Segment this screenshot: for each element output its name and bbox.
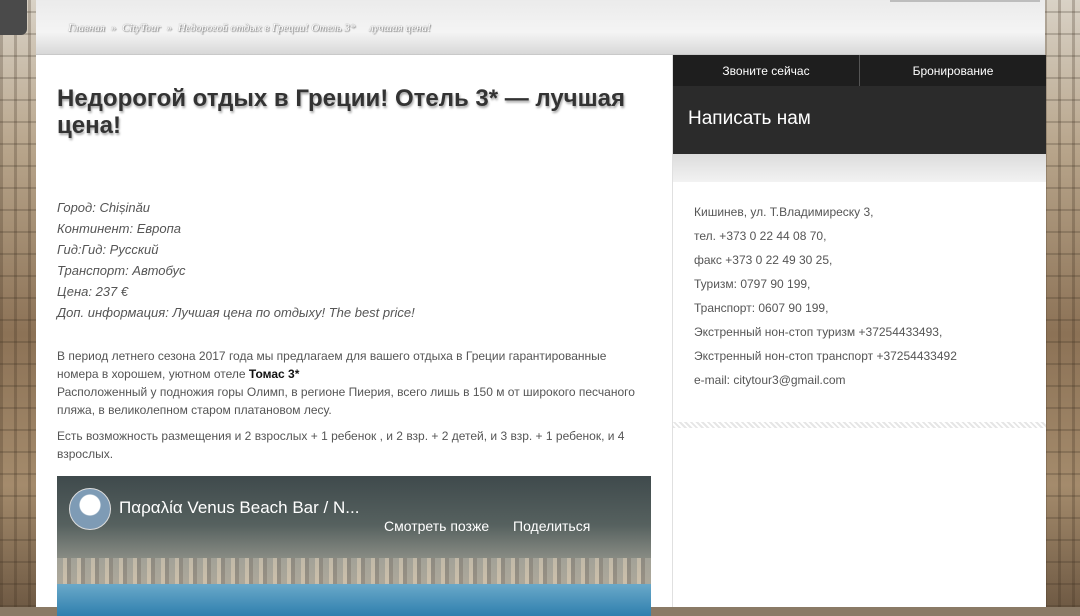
article-paragraph: Есть возможность размещения и 2 взрослых… [57, 429, 625, 461]
contact-emergency-transport: Экстренный нон-стоп транспорт +372544334… [694, 349, 957, 363]
header: Главная » CityTour » Недорогой отдых в Г… [36, 0, 1045, 55]
top-edge-tab [890, 0, 1040, 2]
breadcrumb-separator: » [166, 22, 172, 34]
info-continent: Континент: Европа [57, 221, 181, 236]
breadcrumb-site-link[interactable]: CityTour [122, 22, 161, 34]
video-thumbnail-sea [57, 584, 651, 616]
contact-tourism: Туризм: 0797 90 199, [694, 277, 811, 291]
right-background-photo [1044, 0, 1080, 607]
breadcrumb-home-link[interactable]: Главная [68, 22, 105, 34]
page-container: Главная » CityTour » Недорогой отдых в Г… [36, 0, 1046, 616]
video-thumbnail-beach [57, 558, 651, 584]
contact-emergency-tourism: Экстренный нон-стоп туризм +37254433493, [694, 325, 943, 339]
contact-transport: Транспорт: 0607 90 199, [694, 301, 829, 315]
corner-tab[interactable] [0, 0, 27, 35]
paragraph-text: В период летнего сезона 2017 года мы пре… [57, 349, 607, 381]
youtube-video-embed[interactable]: Παραλία Venus Beach Bar / N... Смотреть … [57, 476, 651, 616]
tab-booking[interactable]: Бронирование [860, 55, 1046, 86]
breadcrumb-current: Недорогой отдых в Греции! Отель 3* [177, 22, 356, 34]
paragraph-text: Расположенный у подножия горы Олимп, в р… [57, 385, 635, 417]
info-transport: Транспорт: Автобус [57, 263, 186, 278]
main-content: Недорогой отдых в Греции! Отель 3* — луч… [36, 55, 671, 616]
article-body: В период летнего сезона 2017 года мы пре… [57, 347, 647, 471]
info-guide: Гид:Гид: Русский [57, 242, 159, 257]
info-extra: Доп. информация: Лучшая цена по отдыху! … [57, 305, 415, 320]
video-title[interactable]: Παραλία Venus Beach Bar / N... [119, 498, 359, 518]
contact-address: Кишинев, ул. Т.Владимиреску 3, [694, 205, 874, 219]
hotel-name: Томас 3* [248, 367, 300, 381]
info-price: Цена: 237 € [57, 284, 129, 299]
write-us-panel: Написать нам [673, 86, 1046, 154]
divider-band [673, 154, 1046, 182]
contact-phone: тел. +373 0 22 44 08 70, [694, 229, 827, 243]
contact-fax: факс +373 0 22 49 30 25, [694, 253, 833, 267]
breadcrumb-separator: » [110, 22, 117, 34]
dotted-divider [673, 422, 1046, 428]
channel-avatar[interactable] [69, 488, 111, 530]
tab-call-now[interactable]: Звоните сейчас [673, 55, 860, 86]
breadcrumb: Главная » CityTour » Недорогой отдых в Г… [68, 22, 434, 34]
tour-info-list: Город: Chișinău Континент: Европа Гид:Ги… [57, 197, 647, 323]
contact-info: Кишинев, ул. Т.Владимиреску 3, тел. +373… [694, 200, 1034, 392]
page-title: Недорогой отдых в Греции! Отель 3* — луч… [57, 85, 625, 139]
breadcrumb-current-tail: лучшая цена! [369, 22, 431, 34]
article-paragraph: В период летнего сезона 2017 года мы пре… [57, 347, 647, 419]
sidebar-tabs: Звоните сейчас Бронирование [673, 55, 1046, 86]
write-us-heading: Написать нам [688, 108, 811, 129]
contact-email[interactable]: e-mail: citytour3@gmail.com [694, 368, 1034, 392]
info-city: Город: Chișinău [57, 200, 151, 215]
share-button[interactable]: Поделиться [513, 518, 590, 534]
watch-later-button[interactable]: Смотреть позже [384, 518, 489, 534]
left-background-photo [0, 0, 36, 607]
sidebar: Звоните сейчас Бронирование Написать нам… [672, 55, 1046, 607]
